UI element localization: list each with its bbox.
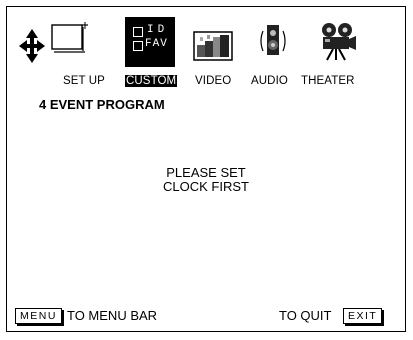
message-line-2: CLOCK FIRST <box>163 179 249 194</box>
page-title: 4 EVENT PROGRAM <box>39 97 165 112</box>
video-icon <box>193 31 233 61</box>
to-quit-text: TO QUIT <box>279 308 332 323</box>
custom-id-fav-icon: ID FAV <box>125 17 175 67</box>
navigation-arrows-icon <box>19 29 45 63</box>
osd-screen: SET UP ID FAV CUSTOM VIDEO AUDIO THEATER… <box>6 6 406 332</box>
menu-item-label: THEATER <box>301 75 355 87</box>
menu-item-label: SET UP <box>63 75 105 87</box>
menu-item-label: VIDEO <box>195 75 232 87</box>
message-line-1: PLEASE SET <box>166 165 246 180</box>
exit-key-button[interactable]: EXIT <box>343 308 383 324</box>
to-menu-bar-text: TO MENU BAR <box>67 308 158 323</box>
menu-item-label: CUSTOM <box>125 75 178 87</box>
menu-key-button[interactable]: MENU <box>15 308 62 324</box>
menu-item-label: AUDIO <box>251 75 288 87</box>
movie-camera-icon <box>322 23 356 61</box>
custom-icon-text-id: ID <box>147 24 169 36</box>
custom-icon-text-fav: FAV <box>145 38 168 50</box>
speaker-icon <box>260 25 286 55</box>
setup-icon <box>51 22 88 53</box>
